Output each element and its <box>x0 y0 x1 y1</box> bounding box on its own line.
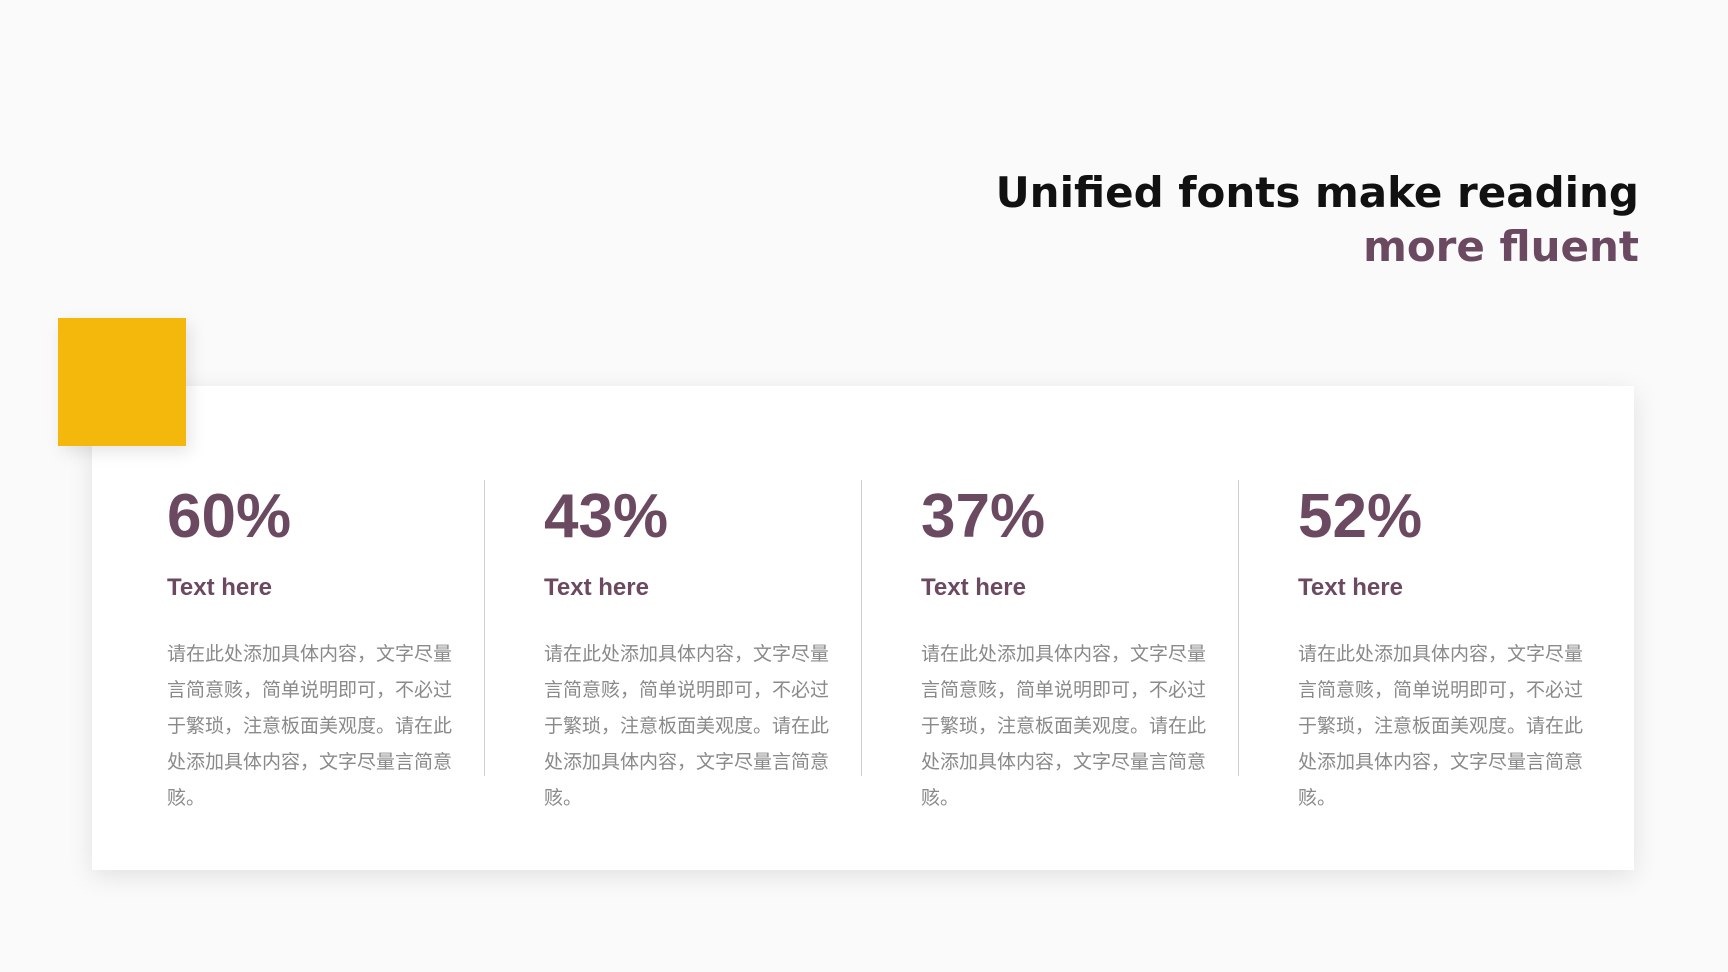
title-line-1: Unified fonts make reading <box>995 168 1639 217</box>
stat-value: 43% <box>544 482 669 551</box>
stat-label: Text here <box>1298 574 1403 601</box>
title-line-2: more fluent <box>1363 222 1639 271</box>
stat-description: 请在此处添加具体内容，文字尽量言简意赅，简单说明即可，不必过于繁琐，注意板面美观… <box>1298 643 1584 809</box>
stat-label: Text here <box>921 574 1026 601</box>
stat-value: 37% <box>921 482 1046 551</box>
column-divider <box>1238 480 1239 776</box>
stat-label: Text here <box>544 574 649 601</box>
stat-description: 请在此处添加具体内容，文字尽量言简意赅，简单说明即可，不必过于繁琐，注意板面美观… <box>544 643 830 809</box>
stat-description: 请在此处添加具体内容，文字尽量言简意赅，简单说明即可，不必过于繁琐，注意板面美观… <box>921 643 1207 809</box>
stat-label: Text here <box>167 574 272 601</box>
stat-value: 60% <box>167 482 292 551</box>
column-divider <box>484 480 485 776</box>
slide-title: Unified fonts make reading more fluent <box>996 166 1639 274</box>
stats-card: 60% Text here 请在此处添加具体内容，文字尽量言简意赅，简单说明即可… <box>92 386 1634 870</box>
column-divider <box>861 480 862 776</box>
stat-description: 请在此处添加具体内容，文字尽量言简意赅，简单说明即可，不必过于繁琐，注意板面美观… <box>167 643 453 809</box>
accent-square <box>58 318 186 446</box>
stat-value: 52% <box>1298 482 1423 551</box>
